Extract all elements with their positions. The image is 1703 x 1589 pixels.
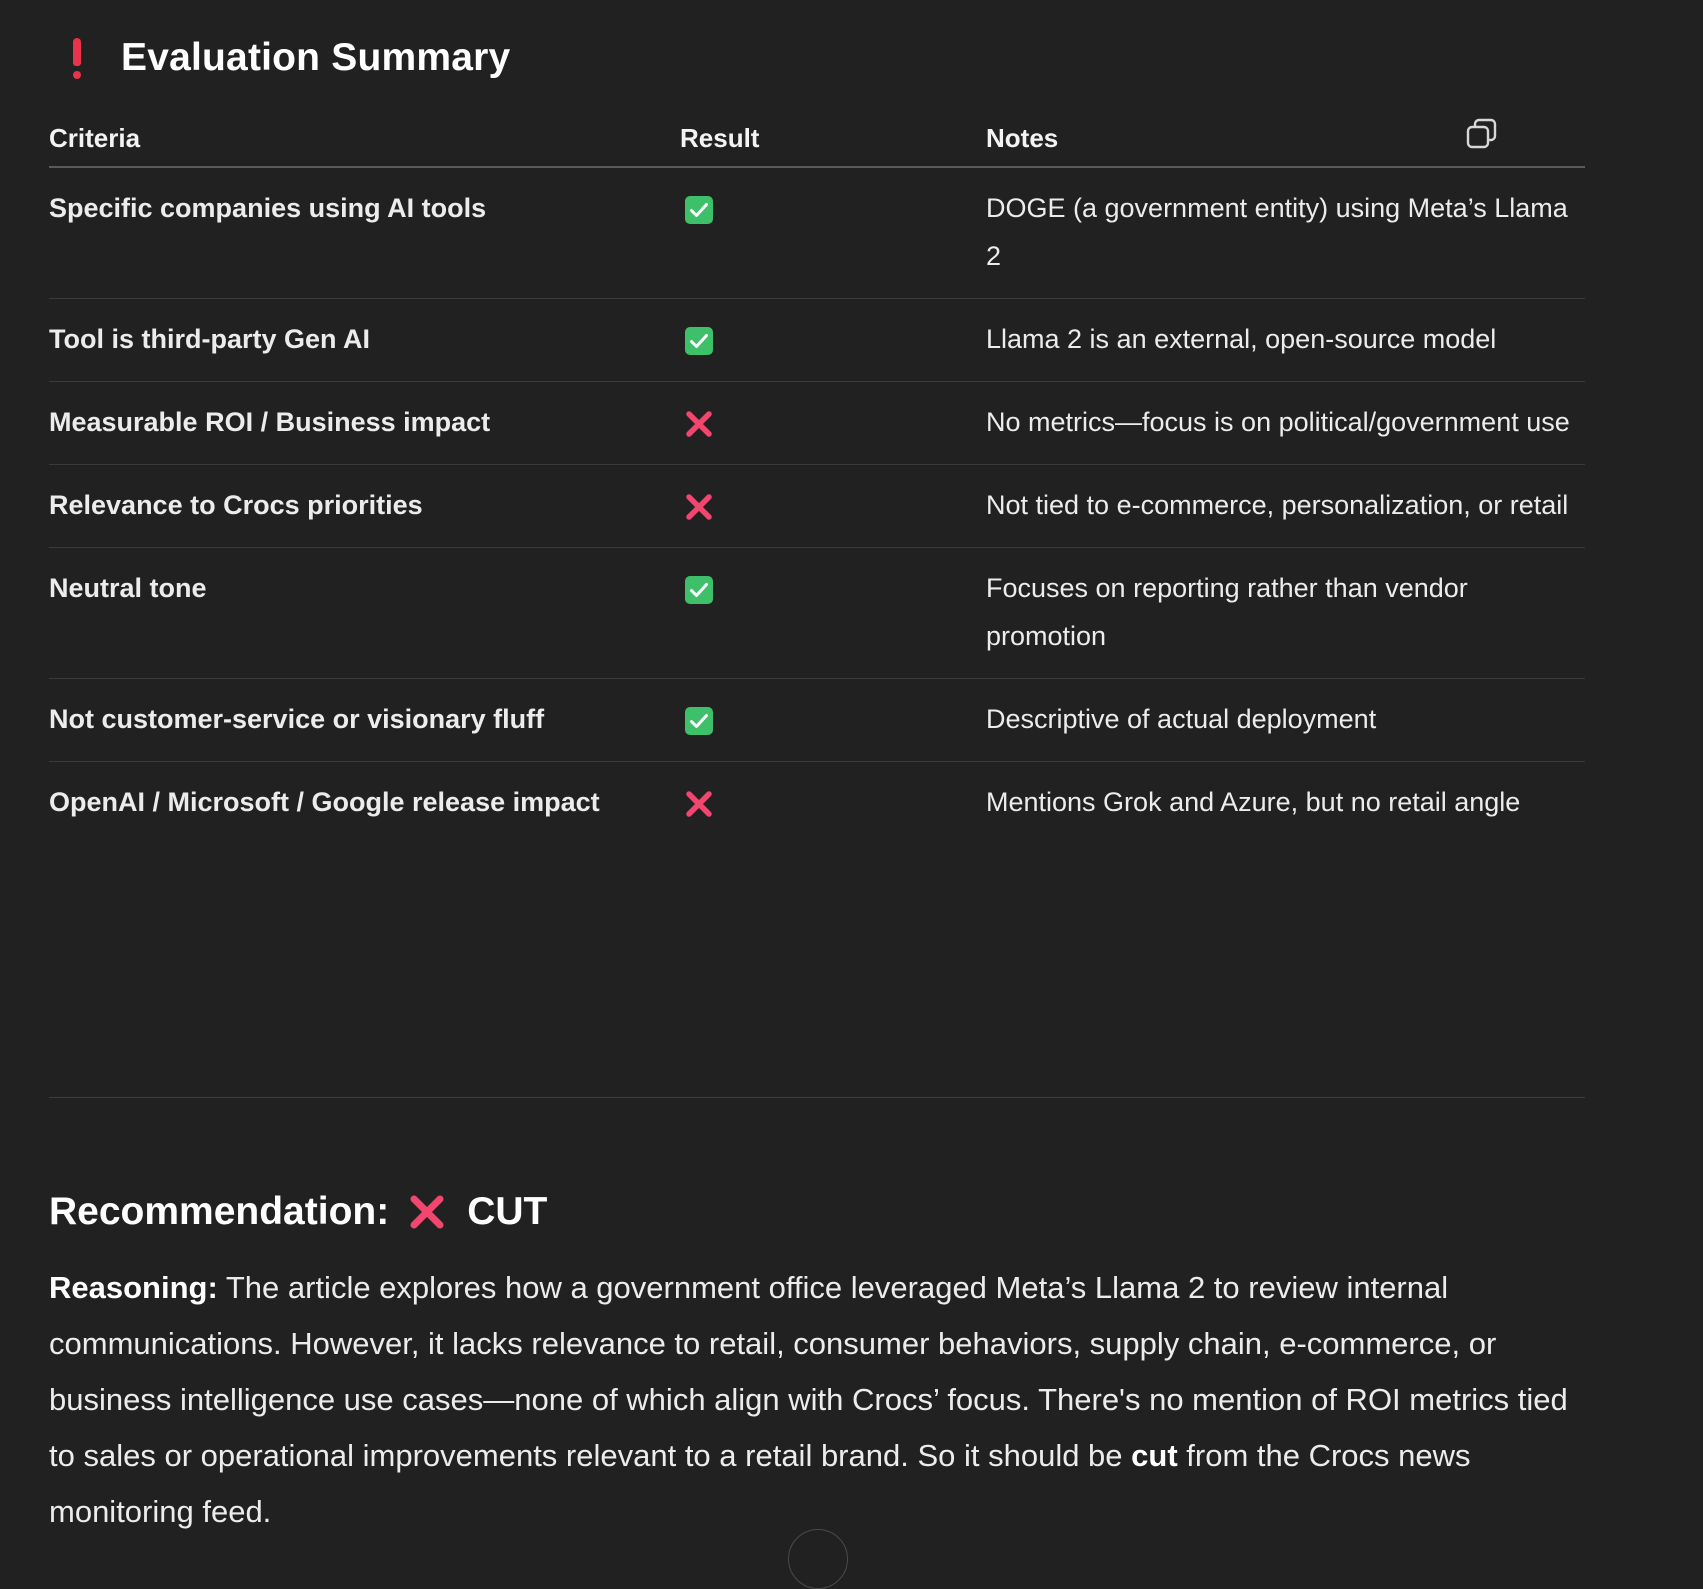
notes-cell: Focuses on reporting rather than vendor … <box>986 547 1585 679</box>
table-row: Neutral tone Focuses on reporting rather … <box>49 547 1585 679</box>
reasoning-label: Reasoning: <box>49 1270 218 1305</box>
notes-cell: Llama 2 is an external, open-source mode… <box>986 298 1585 382</box>
evaluation-heading: Evaluation Summary <box>49 30 510 86</box>
check-mark-icon <box>684 192 714 224</box>
table-row: Tool is third-party Gen AI Llama 2 is an … <box>49 298 1585 382</box>
criteria-cell: Not customer-service or visionary fluff <box>49 678 680 762</box>
result-cell <box>680 381 986 465</box>
result-cell <box>680 678 986 762</box>
result-cell <box>680 298 986 382</box>
reasoning-emphasis: cut <box>1131 1438 1178 1473</box>
criteria-header: Criteria <box>49 110 680 168</box>
table-row: Measurable ROI / Business impact No metri… <box>49 381 1585 465</box>
reasoning-paragraph: Reasoning: The article explores how a go… <box>49 1260 1585 1540</box>
criteria-cell: Relevance to Crocs priorities <box>49 464 680 548</box>
table-header-row: Criteria Result Notes <box>49 110 1585 168</box>
evaluation-table: Criteria Result Notes Specific companies… <box>49 110 1585 844</box>
cross-mark-icon <box>684 406 714 437</box>
notes-cell: Descriptive of actual deployment <box>986 678 1585 762</box>
notes-cell: Not tied to e-commerce, personalization,… <box>986 464 1585 548</box>
section-divider <box>49 1097 1585 1098</box>
criteria-cell: OpenAI / Microsoft / Google release impa… <box>49 787 600 817</box>
cross-mark-icon <box>684 489 714 520</box>
notes-cell: DOGE (a government entity) using Meta’s … <box>986 167 1585 299</box>
result-cell <box>680 547 986 679</box>
recommendation-label: Recommendation: <box>49 1190 390 1233</box>
table-row: Relevance to Crocs priorities Not tied to… <box>49 464 1585 548</box>
table-row: OpenAI / Microsoft / Google release impa… <box>49 762 1585 845</box>
cross-mark-icon <box>684 786 714 817</box>
scroll-down-button[interactable] <box>788 1529 848 1589</box>
check-mark-icon <box>684 572 714 604</box>
notes-cell: Mentions Grok and Azure, but no retail a… <box>986 787 1521 817</box>
page-title: Evaluation Summary <box>121 36 511 79</box>
result-cell <box>680 167 986 299</box>
criteria-cell: Tool is third-party Gen AI <box>49 298 680 382</box>
criteria-cell: Specific companies using AI tools <box>49 167 680 299</box>
recommendation-verdict: CUT <box>467 1190 548 1233</box>
check-mark-icon <box>684 323 714 355</box>
result-cell <box>680 762 986 845</box>
check-mark-icon <box>684 703 714 735</box>
copy-icon[interactable] <box>1465 117 1499 151</box>
table-body: Specific companies using AI tools DOGE (a… <box>49 167 1585 844</box>
criteria-cell: Measurable ROI / Business impact <box>49 381 680 465</box>
table-row: Specific companies using AI tools DOGE (a… <box>49 167 1585 299</box>
cross-mark-icon <box>410 1195 444 1229</box>
exclamation-icon <box>67 37 87 79</box>
notes-cell: No metrics—focus is on political/governm… <box>986 381 1585 465</box>
table-row: Not customer-service or visionary fluff D… <box>49 678 1585 762</box>
result-cell <box>680 464 986 548</box>
criteria-cell: Neutral tone <box>49 547 680 679</box>
result-header: Result <box>680 110 986 168</box>
recommendation-heading: Recommendation: CUT <box>49 1186 547 1238</box>
